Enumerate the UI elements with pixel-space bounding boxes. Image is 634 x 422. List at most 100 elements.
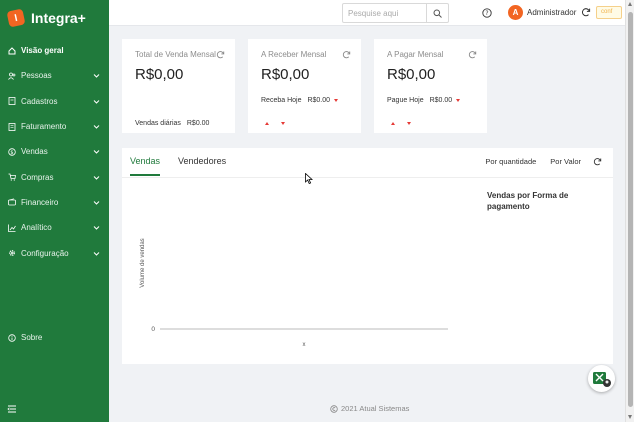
arrow-up-icon <box>265 122 269 125</box>
card-sub: Pague Hoje R$0.00 <box>387 97 461 104</box>
card-sub: Receba Hoje R$0.00 <box>261 97 339 104</box>
panel-actions: Por quantidade Por Valor <box>471 157 602 166</box>
tab-vendedores[interactable]: Vendedores <box>178 156 226 176</box>
pie-chart-title: Vendas por Forma de pagamento <box>487 191 569 211</box>
search-icon <box>433 9 442 18</box>
scroll-up-arrow[interactable] <box>628 2 632 6</box>
search-box <box>342 3 449 23</box>
refresh-icon[interactable] <box>593 157 602 166</box>
floating-support-button[interactable] <box>588 365 615 392</box>
wallet-icon <box>8 198 16 206</box>
card-sub-label: Receba Hoje <box>261 97 302 104</box>
help-icon[interactable]: ? <box>482 8 492 18</box>
arrow-down-icon <box>281 122 285 125</box>
sidebar-item-configuracao[interactable]: Configuração <box>0 240 109 265</box>
copyright-icon <box>330 404 338 413</box>
sales-line-chart: Volume de vendas 0 x <box>140 238 448 348</box>
por-valor-button[interactable]: Por Valor <box>550 157 581 166</box>
sidebar: I Integra+ Visão geral Pessoas Cadastros… <box>0 0 109 422</box>
card-value: R$0,00 <box>135 66 184 83</box>
chevron-down-icon <box>93 251 100 256</box>
card-footer-value: R$0.00 <box>186 120 210 127</box>
sidebar-item-pessoas[interactable]: Pessoas <box>0 63 109 88</box>
chart-icon <box>8 224 16 232</box>
brand-name: Integra+ <box>31 10 86 26</box>
card-value: R$0,00 <box>387 66 436 83</box>
trend-arrows <box>265 122 285 125</box>
card-title: Total de Venda Mensal <box>135 50 216 59</box>
svg-text:$: $ <box>10 150 13 156</box>
info-icon <box>8 333 16 342</box>
card-title: A Receber Mensal <box>261 50 327 59</box>
card-footer: Vendas diárias R$0.00 <box>135 120 209 127</box>
chevron-down-icon <box>93 150 100 155</box>
search-button[interactable] <box>426 4 448 22</box>
vertical-scrollbar[interactable] <box>625 0 634 422</box>
sidebar-item-label: Compras <box>21 172 54 182</box>
card-total-venda-mensal: Total de Venda Mensal R$0,00 Vendas diár… <box>122 39 235 133</box>
menu-collapse-icon[interactable] <box>7 404 17 414</box>
card-sub-value: R$0.00 <box>429 97 453 104</box>
sidebar-item-label: Visão geral <box>21 46 64 56</box>
card-sub-label: Pague Hoje <box>387 97 424 104</box>
brand-logo: I <box>6 8 26 28</box>
scroll-down-arrow[interactable] <box>628 415 632 419</box>
avatar[interactable]: A <box>508 5 523 20</box>
home-icon <box>8 46 16 55</box>
caret-down-icon[interactable] <box>334 99 339 102</box>
chevron-down-icon <box>93 226 100 230</box>
chevron-down-icon <box>93 201 100 205</box>
username[interactable]: Administrador <box>527 8 576 17</box>
sidebar-item-analitico[interactable]: Analítico <box>0 215 109 240</box>
cart-icon <box>8 173 16 181</box>
sidebar-item-label: Financeiro <box>21 197 59 207</box>
sidebar-item-compras[interactable]: Compras <box>0 164 109 189</box>
users-icon <box>8 72 16 80</box>
sidebar-item-label: Vendas <box>21 147 48 157</box>
search-input[interactable] <box>343 4 427 22</box>
card-a-receber-mensal: A Receber Mensal R$0,00 Receba Hoje R$0.… <box>248 39 361 133</box>
sidebar-item-vendas[interactable]: $ Vendas <box>0 139 109 164</box>
top-header: ? A Administrador conf <box>109 0 625 26</box>
refresh-icon[interactable] <box>468 50 477 59</box>
sidebar-item-sobre[interactable]: Sobre <box>0 325 109 350</box>
chevron-down-icon <box>93 125 100 129</box>
chevron-down-icon <box>93 175 100 180</box>
refresh-icon[interactable] <box>581 7 591 17</box>
dollar-icon: $ <box>8 148 16 156</box>
tab-vendas[interactable]: Vendas <box>130 156 161 176</box>
chevron-down-icon <box>93 74 100 79</box>
caret-down-icon[interactable] <box>456 99 461 102</box>
support-chat-icon <box>592 371 611 387</box>
refresh-icon[interactable] <box>216 50 225 59</box>
card-title: A Pagar Mensal <box>387 50 444 59</box>
page-footer: 2021 Atual Sistemas <box>330 404 409 413</box>
sidebar-item-label: Cadastros <box>21 96 58 106</box>
chevron-down-icon <box>93 99 100 104</box>
card-a-pagar-mensal: A Pagar Mensal R$0,00 Pague Hoje R$0.00 <box>374 39 487 133</box>
sidebar-item-financeiro[interactable]: Financeiro <box>0 190 109 215</box>
y-tick-label: 0 <box>151 326 155 333</box>
sidebar-item-label: Configuração <box>21 248 69 258</box>
notice-badge[interactable]: conf <box>596 6 622 19</box>
sidebar-item-faturamento[interactable]: Faturamento <box>0 114 109 139</box>
scroll-thumb[interactable] <box>628 12 633 407</box>
card-value: R$0,00 <box>261 66 310 83</box>
x-axis-label: x <box>303 342 306 348</box>
mouse-cursor-icon <box>305 173 313 184</box>
refresh-icon[interactable] <box>342 50 351 59</box>
panel-tabs: Vendas Vendedores <box>130 156 244 176</box>
por-quantidade-button[interactable]: Por quantidade <box>485 157 536 166</box>
y-axis-label: Volume de vendas <box>140 238 146 287</box>
footer-text: 2021 Atual Sistemas <box>341 404 410 413</box>
gear-icon <box>8 249 16 257</box>
arrow-up-icon <box>391 122 395 125</box>
brand[interactable]: I Integra+ <box>0 0 109 36</box>
sidebar-item-label: Faturamento <box>21 122 67 132</box>
sidebar-nav: Visão geral Pessoas Cadastros Faturament… <box>0 38 109 266</box>
svg-text:?: ? <box>485 10 488 17</box>
sidebar-item-cadastros[interactable]: Cadastros <box>0 89 109 114</box>
card-sub-value: R$0.00 <box>307 97 331 104</box>
sidebar-item-label: Pessoas <box>21 71 52 81</box>
sidebar-item-visao-geral[interactable]: Visão geral <box>0 38 109 63</box>
